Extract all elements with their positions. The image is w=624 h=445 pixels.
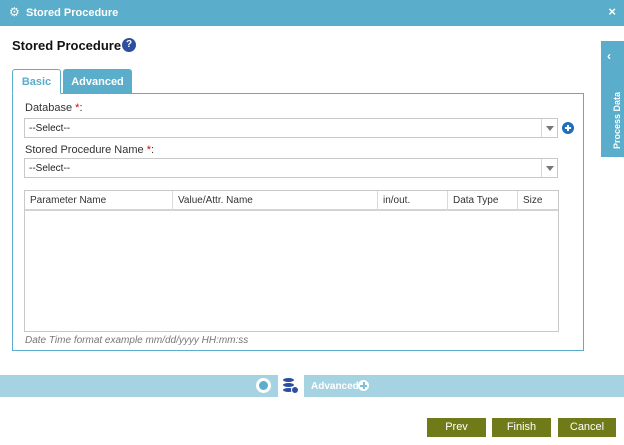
prev-button[interactable]: Prev <box>427 418 486 437</box>
chevron-down-icon[interactable] <box>541 119 557 137</box>
procedure-label-text: Stored Procedure Name <box>25 144 144 156</box>
tab-advanced[interactable]: Advanced <box>63 69 132 94</box>
grid-header: Parameter Name Value/Attr. Name in/out. … <box>25 191 558 211</box>
window-title: Stored Procedure <box>26 7 119 19</box>
database-add-badge-icon <box>291 386 299 394</box>
advanced-link[interactable]: Advanced <box>311 381 359 392</box>
finish-button[interactable]: Finish <box>492 418 551 437</box>
globe-tab[interactable] <box>250 375 278 397</box>
column-header-parameter-name[interactable]: Parameter Name <box>25 191 173 211</box>
column-header-value-attr-name[interactable]: Value/Attr. Name <box>173 191 378 211</box>
parameters-grid: Parameter Name Value/Attr. Name in/out. … <box>24 190 559 332</box>
database-label-text: Database <box>25 102 73 114</box>
globe-icon[interactable] <box>256 378 271 393</box>
window-titlebar: ⚙ Stored Procedure × <box>0 0 624 26</box>
procedure-label: Stored Procedure Name *: <box>25 144 154 156</box>
tab-basic[interactable]: Basic <box>12 69 61 94</box>
procedure-select[interactable]: --Select-- <box>24 158 558 178</box>
column-header-size[interactable]: Size <box>518 191 558 211</box>
procedure-select-value: --Select-- <box>29 163 71 174</box>
process-data-panel-tab[interactable]: ‹ Process Data <box>601 41 624 157</box>
procedure-label-suffix: : <box>150 144 155 156</box>
close-icon[interactable]: × <box>608 5 616 19</box>
gear-icon: ⚙ <box>9 5 20 19</box>
process-data-label: Process Data <box>612 91 622 149</box>
cancel-button[interactable]: Cancel <box>558 418 616 437</box>
column-header-in-out[interactable]: in/out. <box>378 191 448 211</box>
database-select-value: --Select-- <box>29 123 71 134</box>
advanced-add-icon[interactable] <box>358 380 369 391</box>
database-label-suffix: : <box>79 102 83 114</box>
help-icon[interactable]: ? <box>122 38 136 52</box>
chevron-left-icon[interactable]: ‹ <box>607 50 611 62</box>
add-database-icon[interactable] <box>562 122 574 134</box>
column-header-data-type[interactable]: Data Type <box>448 191 518 211</box>
chevron-down-icon[interactable] <box>541 159 557 177</box>
database-label: Database *: <box>25 102 83 114</box>
datetime-format-hint: Date Time format example mm/dd/yyyy HH:m… <box>25 335 249 346</box>
database-tab[interactable] <box>278 375 304 397</box>
database-select[interactable]: --Select-- <box>24 118 558 138</box>
page-title: Stored Procedure <box>12 38 122 53</box>
bottom-toolbar: Advanced <box>0 375 624 397</box>
